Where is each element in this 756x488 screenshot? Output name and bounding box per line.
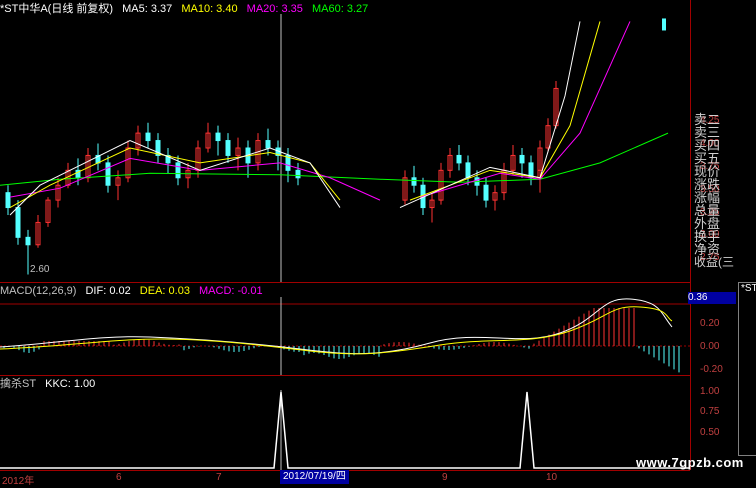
- date-label: 10: [546, 472, 558, 483]
- axis-tick: 1.00: [700, 386, 720, 397]
- price-axis-line: [690, 0, 691, 470]
- candle-body: [145, 132, 151, 142]
- watermark: www.7gpzb.com: [636, 455, 744, 470]
- macd-title: MACD(12,26,9): [0, 285, 77, 297]
- candle-body: [105, 162, 111, 186]
- side-item: 收益(三: [694, 255, 734, 269]
- dif-label: DIF: 0.02: [85, 285, 131, 297]
- candle-body: [225, 140, 231, 156]
- dea-line: [0, 306, 673, 355]
- axis-tick: 0.00: [700, 341, 720, 352]
- candle-body: [465, 162, 471, 179]
- date-label: 6: [116, 472, 122, 483]
- date-label: 9: [442, 472, 448, 483]
- candle-body: [215, 132, 221, 142]
- ma5-line-2: [399, 21, 581, 209]
- low-price-marker: 2.60: [30, 264, 50, 275]
- dif-line: [0, 298, 673, 355]
- candle-body: [175, 162, 181, 179]
- axis-tick: 0.75: [700, 406, 720, 417]
- axis-tick: -0.20: [700, 364, 723, 375]
- indicator-title: 擒杀ST: [0, 378, 37, 390]
- candle-body: [25, 236, 31, 246]
- axis-tick: 0.20: [700, 318, 720, 329]
- macd-header: MACD(12,26,9) DIF: 0.02 DEA: 0.03 MACD: …: [0, 284, 269, 298]
- indicator-chart[interactable]: [0, 390, 690, 470]
- cursor-date-label: 2012/07/19/四: [280, 470, 349, 484]
- macd-current-value: 0.36: [688, 292, 736, 304]
- dea-label: DEA: 0.03: [139, 285, 190, 297]
- candle-body: [265, 140, 271, 149]
- ma5-line: [9, 140, 341, 216]
- quote-mini-panel[interactable]: *ST: [738, 282, 756, 456]
- candle-body: [662, 18, 666, 31]
- candle-body: [411, 177, 417, 186]
- candle-body: [519, 154, 525, 164]
- candlestick-chart[interactable]: [0, 14, 690, 282]
- axis-tick: 0.50: [700, 427, 720, 438]
- mini-panel-tag: *ST: [741, 283, 756, 294]
- panel-divider: [0, 375, 690, 376]
- kkc-signal-line: [0, 391, 690, 469]
- kkc-label: KKC: 1.00: [45, 378, 96, 390]
- candle-body: [483, 184, 489, 201]
- candle-body: [15, 207, 21, 238]
- macd-chart[interactable]: [0, 297, 690, 375]
- candle-body: [456, 154, 462, 164]
- candle-body: [5, 192, 11, 209]
- indicator-header: 擒杀ST KKC: 1.00: [0, 377, 101, 391]
- date-label: 2012年: [2, 476, 35, 487]
- candle-body: [295, 169, 301, 179]
- panel-divider: [0, 282, 690, 283]
- macd-value-label: MACD: -0.01: [199, 285, 263, 297]
- date-label: 7: [216, 472, 222, 483]
